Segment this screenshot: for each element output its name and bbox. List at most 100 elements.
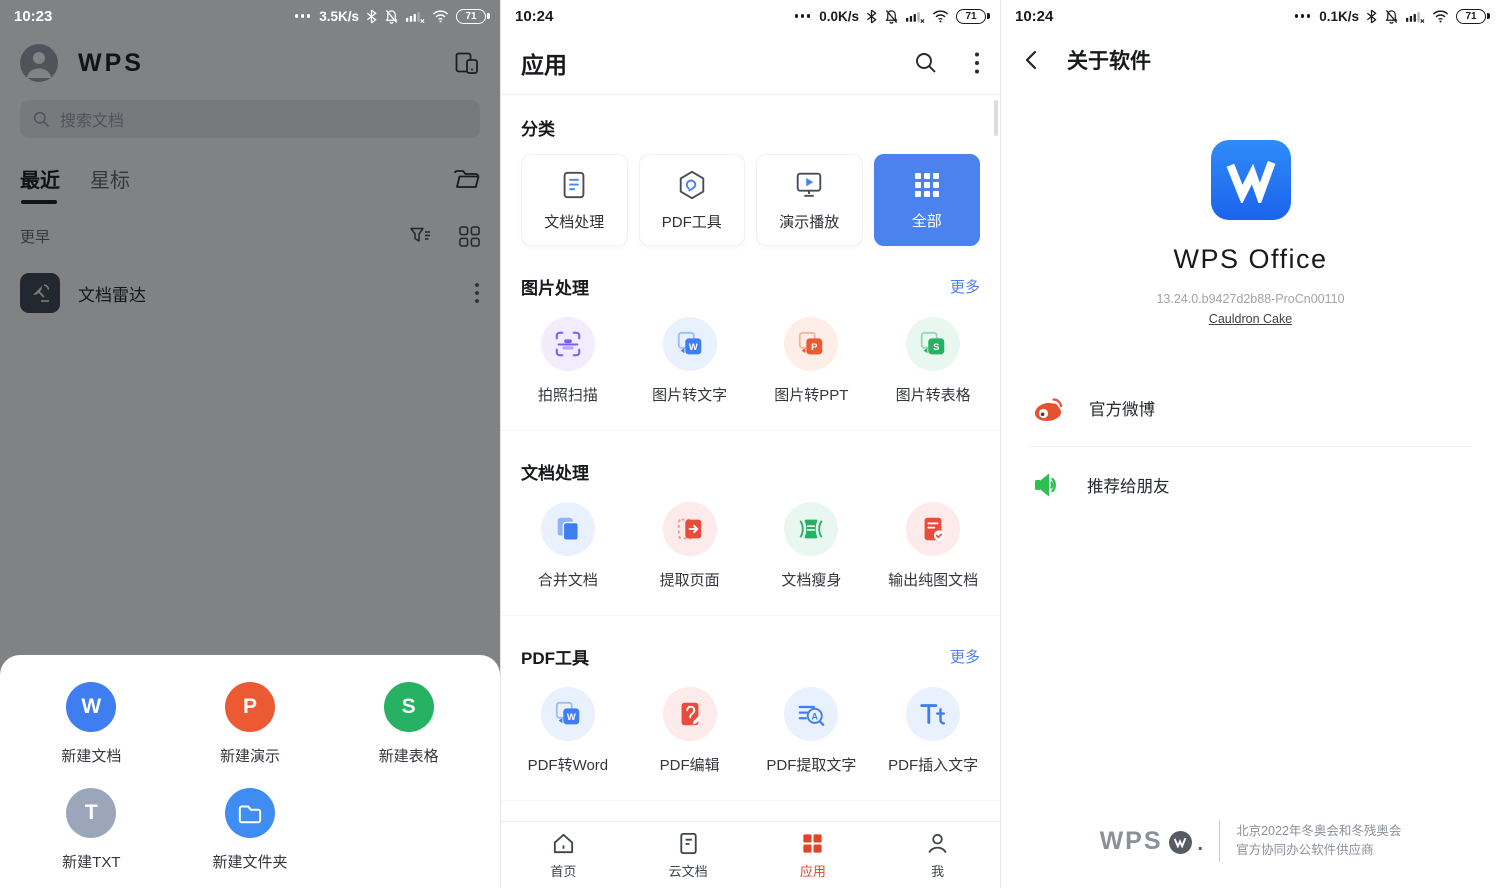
footer-wps-logo: WPS .: [1100, 827, 1204, 856]
category-section-head: 分类: [521, 115, 980, 140]
mute-icon: [384, 9, 399, 24]
scrollbar[interactable]: [994, 100, 998, 136]
battery-level: 71: [965, 11, 976, 22]
footer-line2: 官方协同办公软件供应商: [1236, 841, 1401, 860]
category-all[interactable]: 全部: [874, 154, 981, 246]
footer-w-badge-icon: [1169, 831, 1192, 854]
export-image-doc-icon: [906, 502, 960, 556]
pdf-insert-text-icon: [906, 687, 960, 741]
status-time: 10:24: [515, 8, 553, 25]
screen-home: 10:23 3.5K/s 71 WPS 搜索文档 最近: [0, 0, 500, 888]
network-speed: 0.0K/s: [819, 9, 859, 24]
footer-line1: 北京2022年冬奥会和冬残奥会: [1236, 822, 1401, 841]
status-time: 10:23: [14, 8, 52, 25]
document-icon: [558, 169, 590, 201]
extract-pages-icon: [663, 502, 717, 556]
bluetooth-icon: [1366, 9, 1377, 24]
battery-icon: 71: [456, 9, 486, 24]
all-apps-grid-icon: [912, 170, 942, 200]
section-divider: [501, 615, 1000, 616]
app-image-to-ppt[interactable]: P 图片转PPT: [751, 317, 873, 405]
svg-text:P: P: [812, 342, 818, 352]
app-image-to-text[interactable]: W 图片转文字: [629, 317, 751, 405]
app-pdf-to-word[interactable]: W PDF转Word: [507, 687, 629, 775]
wifi-icon: [1432, 9, 1449, 23]
svg-text:W: W: [567, 712, 576, 722]
more-link[interactable]: 更多: [950, 646, 980, 667]
speaker-icon: [1031, 469, 1065, 501]
mute-icon: [884, 9, 899, 24]
new-doc-button[interactable]: W 新建文档: [12, 682, 171, 766]
image-to-ppt-icon: P: [784, 317, 838, 371]
bottom-nav: 首页 云文档 应用 我: [501, 821, 1000, 888]
cloud-doc-icon: [676, 831, 701, 856]
app-pdf-edit[interactable]: PDF编辑: [629, 687, 751, 775]
footer-brand-text: WPS: [1100, 827, 1163, 856]
app-pdf-insert-text[interactable]: PDF插入文字: [872, 687, 994, 775]
new-sheet-button[interactable]: S 新建表格: [329, 682, 488, 766]
battery-level: 71: [465, 11, 476, 22]
about-rows: 官方微博 推荐给朋友: [1001, 370, 1500, 523]
apps-grid-icon: [800, 831, 825, 856]
new-txt-label: 新建TXT: [62, 851, 120, 872]
about-footer: WPS . 北京2022年冬奥会和冬残奥会 官方协同办公软件供应商: [1001, 820, 1500, 862]
apps-header: 应用: [501, 32, 1000, 94]
signal-icon: [906, 9, 925, 23]
category-pdf-tools[interactable]: PDF工具: [639, 154, 746, 246]
overflow-menu-icon[interactable]: [974, 51, 980, 75]
category-doc-tools[interactable]: 文档处理: [521, 154, 628, 246]
codename-link[interactable]: Cauldron Cake: [1209, 312, 1292, 326]
nav-me[interactable]: 我: [875, 822, 1000, 888]
section-divider: [501, 430, 1000, 431]
header-divider: [501, 94, 1000, 95]
footer-period: .: [1198, 833, 1204, 856]
page-title: 关于软件: [1067, 45, 1151, 75]
more-link[interactable]: 更多: [950, 276, 980, 297]
pdf-to-word-icon: W: [541, 687, 595, 741]
network-activity-icon: [795, 14, 811, 18]
app-extract-pages[interactable]: 提取页面: [629, 502, 751, 590]
search-icon[interactable]: [914, 51, 938, 75]
battery-level: 71: [1465, 11, 1476, 22]
nav-cloud-docs[interactable]: 云文档: [626, 822, 751, 888]
spreadsheet-icon: S: [384, 682, 434, 732]
section-head: PDF工具 更多: [521, 644, 980, 669]
screen-about: 10:24 0.1K/s 71 关于软件 WPS Office 13.24.0.…: [1000, 0, 1500, 888]
nav-home[interactable]: 首页: [501, 822, 626, 888]
official-weibo-row[interactable]: 官方微博: [1001, 370, 1500, 446]
pdf-hexagon-icon: [676, 169, 708, 201]
presentation-icon: P: [225, 682, 275, 732]
weibo-label: 官方微博: [1089, 396, 1155, 420]
recommend-label: 推荐给朋友: [1087, 473, 1170, 497]
bluetooth-icon: [366, 9, 377, 24]
app-merge-doc[interactable]: 合并文档: [507, 502, 629, 590]
new-txt-button[interactable]: T 新建TXT: [12, 788, 171, 872]
app-image-to-sheet[interactable]: S 图片转表格: [872, 317, 994, 405]
screen-apps: 10:24 0.0K/s 71 应用 分类: [500, 0, 1000, 888]
network-activity-icon: [1295, 14, 1311, 18]
new-folder-icon: [225, 788, 275, 838]
bluetooth-icon: [866, 9, 877, 24]
app-pdf-extract-text[interactable]: A PDF提取文字: [751, 687, 873, 775]
about-hero: WPS Office 13.24.0.b9427d2b88-ProCn00110…: [1001, 140, 1500, 326]
about-header: 关于软件: [1001, 32, 1500, 88]
svg-text:A: A: [812, 711, 819, 721]
doc-slim-icon: [784, 502, 838, 556]
category-cards: 文档处理 PDF工具 演示播放 全部: [521, 154, 980, 246]
app-doc-slim[interactable]: 文档瘦身: [751, 502, 873, 590]
weibo-icon: [1031, 391, 1067, 425]
footer-divider: [1219, 820, 1220, 862]
back-icon[interactable]: [1021, 49, 1043, 71]
section-title: 分类: [521, 115, 555, 140]
mute-icon: [1384, 9, 1399, 24]
recommend-row[interactable]: 推荐给朋友: [1001, 447, 1500, 523]
camera-scan-icon: [541, 317, 595, 371]
status-time: 10:24: [1015, 8, 1053, 25]
nav-apps[interactable]: 应用: [751, 822, 876, 888]
new-slides-button[interactable]: P 新建演示: [171, 682, 330, 766]
app-export-image-doc[interactable]: 输出纯图文档: [872, 502, 994, 590]
category-presentation[interactable]: 演示播放: [756, 154, 863, 246]
new-folder-button[interactable]: 新建文件夹: [171, 788, 330, 872]
new-doc-label: 新建文档: [61, 745, 121, 766]
app-scan[interactable]: 拍照扫描: [507, 317, 629, 405]
